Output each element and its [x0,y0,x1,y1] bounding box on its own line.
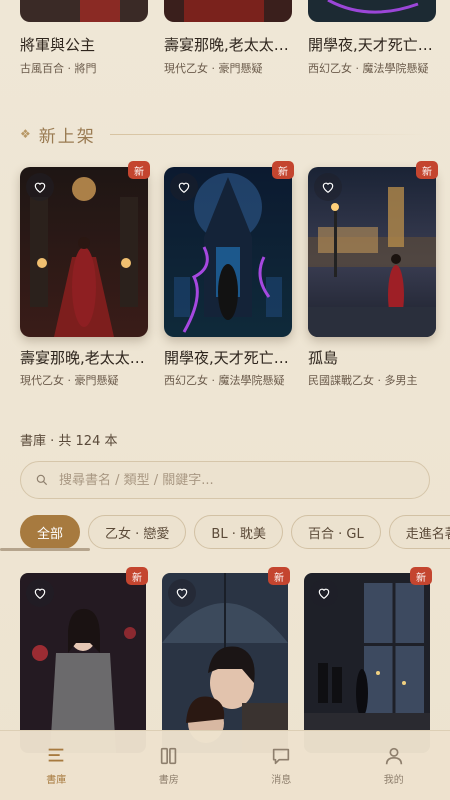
book-cover[interactable] [20,0,148,22]
book-meta: 古風百合 · 將門 [20,62,97,75]
book-title: 開學夜,天才死亡之謎 [164,349,292,367]
heart-icon[interactable] [170,173,198,201]
nav-library[interactable]: 書庫 [0,731,113,800]
nav-messages[interactable]: 消息 [225,731,338,800]
book-meta: 西幻乙女 · 魔法學院懸疑 [164,374,285,387]
book-meta: 現代乙女 · 豪門懸疑 [20,374,119,387]
book-title: 壽宴那晚,老太太開口了 [20,349,148,367]
search-input[interactable] [59,472,399,488]
chip-otome[interactable]: 乙女 · 戀愛 [88,515,187,549]
bookshelf-icon [160,747,176,765]
chat-bubble-icon [273,748,290,765]
section-divider [109,133,430,135]
book-meta: 民國諜戰乙女 · 多男主 [308,374,418,387]
section-header-new: ❖ 新上架 [20,122,430,147]
category-chips: 全部 乙女 · 戀愛 BL · 耽美 百合 · GL 走進名著 [20,515,450,549]
new-badge: 新 [128,161,150,179]
ornament-icon: ❖ [20,127,31,141]
library-grid: 新 新 新 [20,567,432,753]
new-badge: 新 [410,567,432,585]
search-bar[interactable] [20,461,430,499]
new-badge: 新 [272,161,294,179]
heart-icon[interactable] [314,173,342,201]
book-meta: 現代乙女 · 豪門懸疑 [164,62,263,75]
book-list-icon [48,748,64,762]
person-icon [385,747,402,765]
heart-icon[interactable] [168,579,196,607]
book-card[interactable]: 新 [20,567,148,753]
new-badge: 新 [416,161,438,179]
search-icon [36,474,48,486]
book-card[interactable]: 新 [304,567,432,753]
section-title: 新上架 [38,126,96,147]
chip-all[interactable]: 全部 [20,515,81,549]
book-title: 將軍與公主 [20,36,96,54]
book-cover[interactable] [20,573,146,753]
heart-icon[interactable] [26,579,54,607]
book-title: 孤島 [308,349,339,367]
screen: 將軍與公主 古風百合 · 將門 壽宴那晚,老太太開口了 現代乙女 · 豪門懸疑 … [0,0,450,800]
book-card[interactable]: 壽宴那晚,老太太開口了 現代乙女 · 豪門懸疑 [164,0,292,76]
book-meta: 西幻乙女 · 魔法學院懸疑 [308,62,429,75]
book-card[interactable]: 新 [308,161,438,388]
book-title: 壽宴那晚,老太太開口了 [164,36,292,54]
bottom-nav: 書庫 書房 消息 我的 [0,730,450,800]
book-cover[interactable] [20,167,148,337]
new-books-row: 新 壽宴那晚,老太太開 現代乙女 · 豪門懸疑 新 開學夜,天才死亡之謎 西幻乙… [20,161,438,388]
book-card[interactable]: 新 [162,567,290,753]
chip-bl[interactable]: BL · 耽美 [194,515,283,549]
book-cover[interactable] [304,573,430,753]
nav-label: 書房 [158,775,179,786]
book-cover[interactable] [164,167,292,337]
heart-icon[interactable] [310,579,338,607]
nav-study[interactable]: 書房 [113,731,226,800]
book-card[interactable]: 將軍與公主 古風百合 · 將門 [20,0,148,76]
new-badge: 新 [268,567,290,585]
nav-label: 我的 [383,775,404,786]
chip-gl[interactable]: 百合 · GL [290,515,381,549]
nav-label: 書庫 [46,775,67,786]
nav-profile[interactable]: 我的 [338,731,450,800]
nav-label: 消息 [271,775,292,786]
chips-scroll-indicator [0,548,90,551]
book-cover[interactable] [162,573,288,753]
book-card[interactable]: 開學夜,天才死亡之謎 西幻乙女 · 魔法學院懸疑 [308,0,436,76]
chip-classics[interactable]: 走進名著 [388,515,450,549]
book-cover[interactable] [308,167,436,337]
new-badge: 新 [126,567,148,585]
book-card[interactable]: 新 [164,161,294,388]
book-cover[interactable] [164,0,292,22]
library-count: 書庫 · 共 124 本 [20,434,118,449]
heart-icon[interactable] [26,173,54,201]
book-card[interactable]: 新 [20,161,150,388]
book-title: 開學夜,天才死亡之謎 [308,36,436,54]
top-book-row: 將軍與公主 古風百合 · 將門 壽宴那晚,老太太開口了 現代乙女 · 豪門懸疑 … [20,0,436,76]
book-cover[interactable] [308,0,436,22]
